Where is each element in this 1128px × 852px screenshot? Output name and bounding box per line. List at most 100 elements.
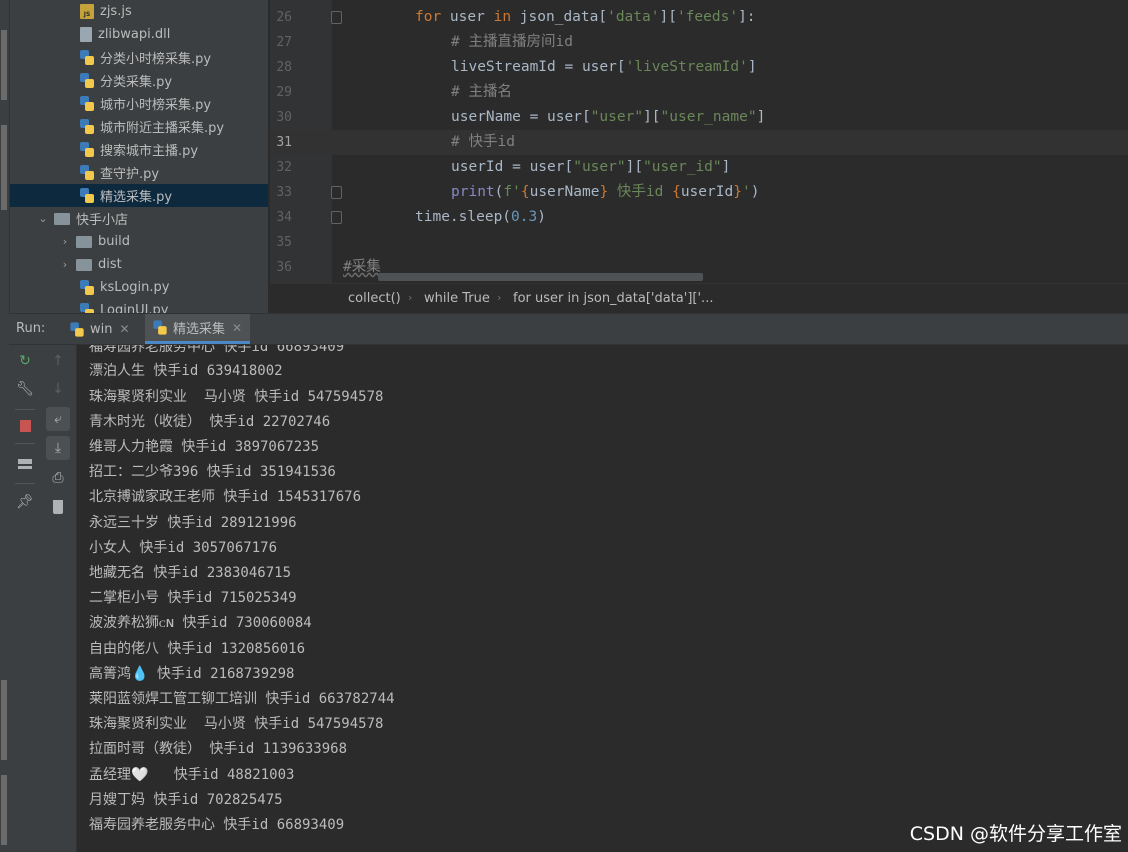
console-line: 自由的佬八 快手id 1320856016 — [89, 641, 306, 657]
layout-icon[interactable] — [13, 452, 37, 476]
python-icon — [153, 320, 167, 335]
fold-marker-icon[interactable] — [331, 11, 342, 24]
folder-icon — [76, 235, 92, 248]
run-label: Run: — [16, 321, 46, 336]
console-line: 北京搏诚家政王老师 快手id 1545317676 — [89, 489, 362, 505]
code-line: 26 for user in json_data['data']['feeds'… — [270, 5, 1128, 30]
rerun-icon[interactable]: ↻ — [13, 349, 37, 373]
soft-wrap-icon[interactable]: ⤶ — [46, 407, 70, 431]
console-line: 福寿园养老服务中心 快手id 66893409 — [89, 345, 345, 355]
line-number: 33 — [276, 185, 292, 200]
tree-item-label: 快手小店 — [76, 213, 129, 228]
tree-item-label: 分类采集.py — [100, 75, 173, 90]
tree-folder[interactable]: ⌄ 快手小店 — [10, 207, 268, 230]
code-line: 35 — [270, 230, 1128, 255]
code-line: 33 print(f'{userName} 快手id {userId}') — [270, 180, 1128, 205]
tree-item[interactable]: 搜索城市主播.py — [10, 138, 268, 161]
chevron-right-icon[interactable]: › — [58, 235, 72, 248]
fold-marker-icon[interactable] — [331, 186, 342, 199]
line-number: 32 — [276, 160, 292, 175]
console-line: 高箐鸿💧 快手id 2168739298 — [89, 666, 295, 682]
toolbar-divider — [15, 443, 35, 444]
python-icon — [70, 321, 84, 337]
tree-item-label: ksLogin.py — [100, 280, 170, 295]
trash-icon[interactable] — [46, 495, 70, 519]
console-line: 莱阳蓝领焊工管工铆工培训 快手id 663782744 — [89, 691, 395, 707]
tree-folder[interactable]: › build — [10, 230, 268, 253]
python-file-icon — [80, 73, 94, 88]
structure-tool-button[interactable] — [1, 125, 7, 210]
tree-item-selected[interactable]: 精选采集.py — [10, 184, 268, 207]
chevron-down-icon[interactable]: ⌄ — [36, 212, 50, 225]
folder-icon — [54, 212, 70, 225]
project-tool-button[interactable] — [1, 30, 7, 100]
breadcrumb: collect() › while True › for user in jso… — [270, 283, 1128, 314]
line-number: 29 — [276, 85, 292, 100]
tree-item[interactable]: 城市小时榜采集.py — [10, 92, 268, 115]
pin-icon[interactable]: 📌︎ — [13, 490, 37, 514]
tree-folder[interactable]: › dist — [10, 253, 268, 276]
scroll-to-end-icon[interactable]: ⤓ — [46, 436, 70, 460]
close-icon[interactable]: ✕ — [119, 322, 129, 336]
fold-marker-icon[interactable] — [331, 211, 342, 224]
code-line: 32 userId = user["user"]["user_id"] — [270, 155, 1128, 180]
code-line: 34 time.sleep(0.3) — [270, 205, 1128, 230]
console-line: 永远三十岁 快手id 289121996 — [89, 515, 297, 531]
tree-item-label: build — [98, 234, 130, 249]
arrow-up-icon[interactable]: ↑ — [46, 349, 70, 373]
python-file-icon — [80, 50, 94, 65]
tree-item[interactable]: 城市附近主播采集.py — [10, 115, 268, 138]
line-number: 27 — [276, 35, 292, 50]
tree-item[interactable]: 分类采集.py — [10, 69, 268, 92]
tree-item-label: zlibwapi.dll — [98, 27, 171, 42]
tree-item[interactable]: LoginUI.py — [10, 299, 268, 313]
console-output[interactable]: 福寿园养老服务中心 快手id 66893409 漂泊人生 快手id 639418… — [77, 345, 1128, 852]
chevron-right-icon: › — [497, 291, 502, 304]
console-line: 招工：二少爷396 快手id 351941536 — [89, 464, 336, 480]
tree-item-label: zjs.js — [100, 4, 132, 19]
tree-item-label: 城市小时榜采集.py — [100, 98, 212, 113]
print-icon[interactable]: ⎙ — [46, 466, 70, 490]
line-number: 36 — [276, 260, 292, 275]
code-editor[interactable]: 26 for user in json_data['data']['feeds'… — [270, 0, 1128, 283]
python-file-icon — [80, 165, 94, 180]
bookmarks-tool-button[interactable] — [1, 680, 7, 760]
js-file-icon: JS — [80, 4, 94, 19]
chevron-right-icon[interactable]: › — [58, 258, 72, 271]
console-line: 小女人 快手id 3057067176 — [89, 540, 278, 556]
tree-item[interactable]: zlibwapi.dll — [10, 23, 268, 46]
run-toolbar: ↻ 🔧︎ 📌︎ — [9, 345, 41, 852]
tree-item[interactable]: JS zjs.js — [10, 0, 268, 23]
code-line: 27 # 主播直播房间id — [270, 30, 1128, 55]
editor-horizontal-scrollbar[interactable] — [378, 273, 703, 281]
breadcrumb-item[interactable]: while True — [424, 291, 490, 306]
line-number: 28 — [276, 60, 292, 75]
tree-item[interactable]: 分类小时榜采集.py — [10, 46, 268, 69]
tree-item[interactable]: 查守护.py — [10, 161, 268, 184]
stop-icon[interactable] — [13, 414, 37, 438]
project-tree: JS zjs.js zlibwapi.dll 分类小时榜采集.py 分类采集.p… — [10, 0, 268, 313]
tree-item[interactable]: ksLogin.py — [10, 276, 268, 299]
line-number: 35 — [276, 235, 292, 250]
python-file-icon — [80, 96, 94, 111]
wrench-icon[interactable]: 🔧︎ — [13, 377, 37, 401]
console-line: 珠海聚贤利实业 马小贤 快手id 547594578 — [89, 389, 384, 405]
toolbar-divider — [15, 409, 35, 410]
python-file-icon — [80, 303, 94, 313]
line-number: 31 — [276, 135, 292, 150]
python-file-icon — [80, 119, 94, 134]
run-tab-label: 精选采集 — [173, 322, 226, 337]
breadcrumb-item[interactable]: collect() — [348, 291, 401, 306]
console-line: 福寿园养老服务中心 快手id 66893409 — [89, 817, 345, 833]
tree-item-label: 分类小时榜采集.py — [100, 52, 212, 67]
console-line: 维哥人力艳霞 快手id 3897067235 — [89, 439, 320, 455]
line-number: 34 — [276, 210, 292, 225]
run-tab-active[interactable]: 精选采集 ✕ — [145, 314, 251, 344]
arrow-down-icon[interactable]: ↓ — [46, 377, 70, 401]
close-icon[interactable]: ✕ — [232, 321, 242, 335]
file-icon — [80, 27, 92, 42]
favorites-tool-button[interactable] — [1, 775, 7, 845]
run-tab-win[interactable]: win ✕ — [64, 314, 136, 344]
tree-item-label: dist — [98, 257, 122, 272]
breadcrumb-item[interactable]: for user in json_data['data']['... — [513, 291, 713, 306]
